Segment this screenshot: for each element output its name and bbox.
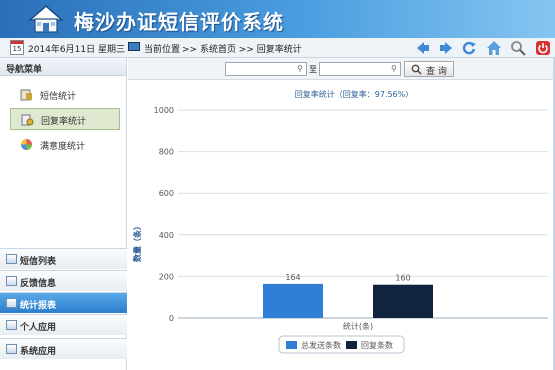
y-tick-label: 0	[169, 314, 174, 323]
search-small-icon: ⚲	[297, 64, 303, 73]
location-label: 当前位置	[144, 45, 181, 55]
menu-label: 个人应用	[20, 323, 57, 333]
back-arrow-icon[interactable]	[415, 40, 431, 56]
y-tick-label: 1000	[154, 106, 174, 115]
search-small-icon: ⚲	[391, 64, 397, 73]
sidebar-item-label: 回复率统计	[41, 117, 87, 127]
bar-value-label: 164	[285, 273, 300, 282]
refresh-icon[interactable]	[461, 40, 477, 56]
menu-feedback[interactable]: 反馈信息	[0, 270, 127, 291]
reply-rate-icon	[21, 114, 34, 126]
y-tick-label: 400	[159, 231, 174, 240]
chart-bar	[263, 283, 323, 318]
current-date: 2014年6月11日 星期三	[28, 45, 125, 55]
menu-system-apps[interactable]: 系统应用	[0, 338, 127, 359]
chart-bar	[373, 284, 433, 318]
legend-label-replies: 回复条数	[361, 340, 393, 350]
y-tick-label: 600	[159, 189, 174, 198]
menu-label: 短信列表	[20, 257, 57, 267]
legend-swatch-sent	[286, 341, 297, 349]
app-title: 梅沙办证短信评价系统	[74, 10, 284, 34]
sidebar-item-label: 短信统计	[40, 92, 77, 102]
search-icon[interactable]	[510, 40, 526, 56]
menu-sms-list[interactable]: 短信列表	[0, 248, 127, 269]
sidebar-item-reply-rate[interactable]: 回复率统计	[10, 108, 120, 130]
sidebar-item-satisfaction[interactable]: 满意度统计	[10, 134, 120, 156]
breadcrumb: >> 系统首页 >> 回复率统计	[182, 45, 302, 55]
magnifier-icon	[411, 64, 422, 75]
sidebar-item-label: 满意度统计	[40, 142, 86, 152]
home-icon[interactable]	[486, 40, 502, 56]
house-logo-icon	[28, 5, 64, 33]
menu-label: 统计报表	[20, 301, 57, 311]
chart-x-label: 统计(条)	[343, 321, 373, 331]
search-button-label: 查 询	[426, 67, 447, 77]
menu-label: 系统应用	[20, 347, 57, 357]
app-header: 梅沙办证短信评价系统	[0, 0, 555, 38]
menu-icon	[6, 254, 17, 264]
end-date-input[interactable]	[319, 62, 401, 76]
menu-icon	[6, 298, 17, 308]
search-bar: ⚲ 至 ⚲ 查 询	[128, 58, 555, 80]
power-icon[interactable]	[535, 40, 551, 56]
menu-icon	[6, 344, 17, 354]
chart-title: 回复率统计（回复率：97.56%）	[295, 89, 414, 99]
menu-personal-apps[interactable]: 个人应用	[0, 314, 127, 335]
satisfaction-icon	[21, 139, 32, 150]
sidebar: 导航菜单 短信统计 回复率统计 满意度统计 短信列表 反馈信息 统计报表 个人应…	[0, 58, 127, 370]
legend-label-sent: 总发送条数	[301, 340, 341, 350]
menu-stats-report[interactable]: 统计报表	[0, 292, 127, 313]
menu-label: 反馈信息	[20, 279, 57, 289]
menu-icon	[6, 276, 17, 286]
y-tick-label: 800	[159, 148, 174, 157]
nav-header: 导航菜单	[0, 58, 126, 76]
y-tick-label: 200	[159, 272, 174, 281]
legend-swatch-replies	[346, 341, 357, 349]
start-date-input[interactable]	[225, 62, 307, 76]
main-content: ⚲ 至 ⚲ 查 询 0 200 400 600 800 1000 164 160 回复率统计…	[128, 58, 555, 370]
menu-icon	[6, 320, 17, 330]
sms-stats-icon	[20, 89, 32, 101]
sidebar-item-sms-stats[interactable]: 短信统计	[10, 84, 120, 106]
search-button[interactable]: 查 询	[404, 61, 454, 77]
computer-icon	[128, 42, 140, 51]
chart-y-label: 数量（条）	[132, 222, 142, 262]
to-label: 至	[309, 65, 317, 74]
forward-arrow-icon[interactable]	[438, 40, 454, 56]
bar-value-label: 160	[395, 274, 410, 283]
reply-rate-chart: 0 200 400 600 800 1000 164 160 回复率统计（回复率：97.56…	[132, 89, 548, 354]
toolbar: 15 2014年6月11日 星期三 当前位置 >> 系统首页 >> 回复率统计	[0, 38, 555, 58]
calendar-icon: 15	[10, 40, 24, 55]
